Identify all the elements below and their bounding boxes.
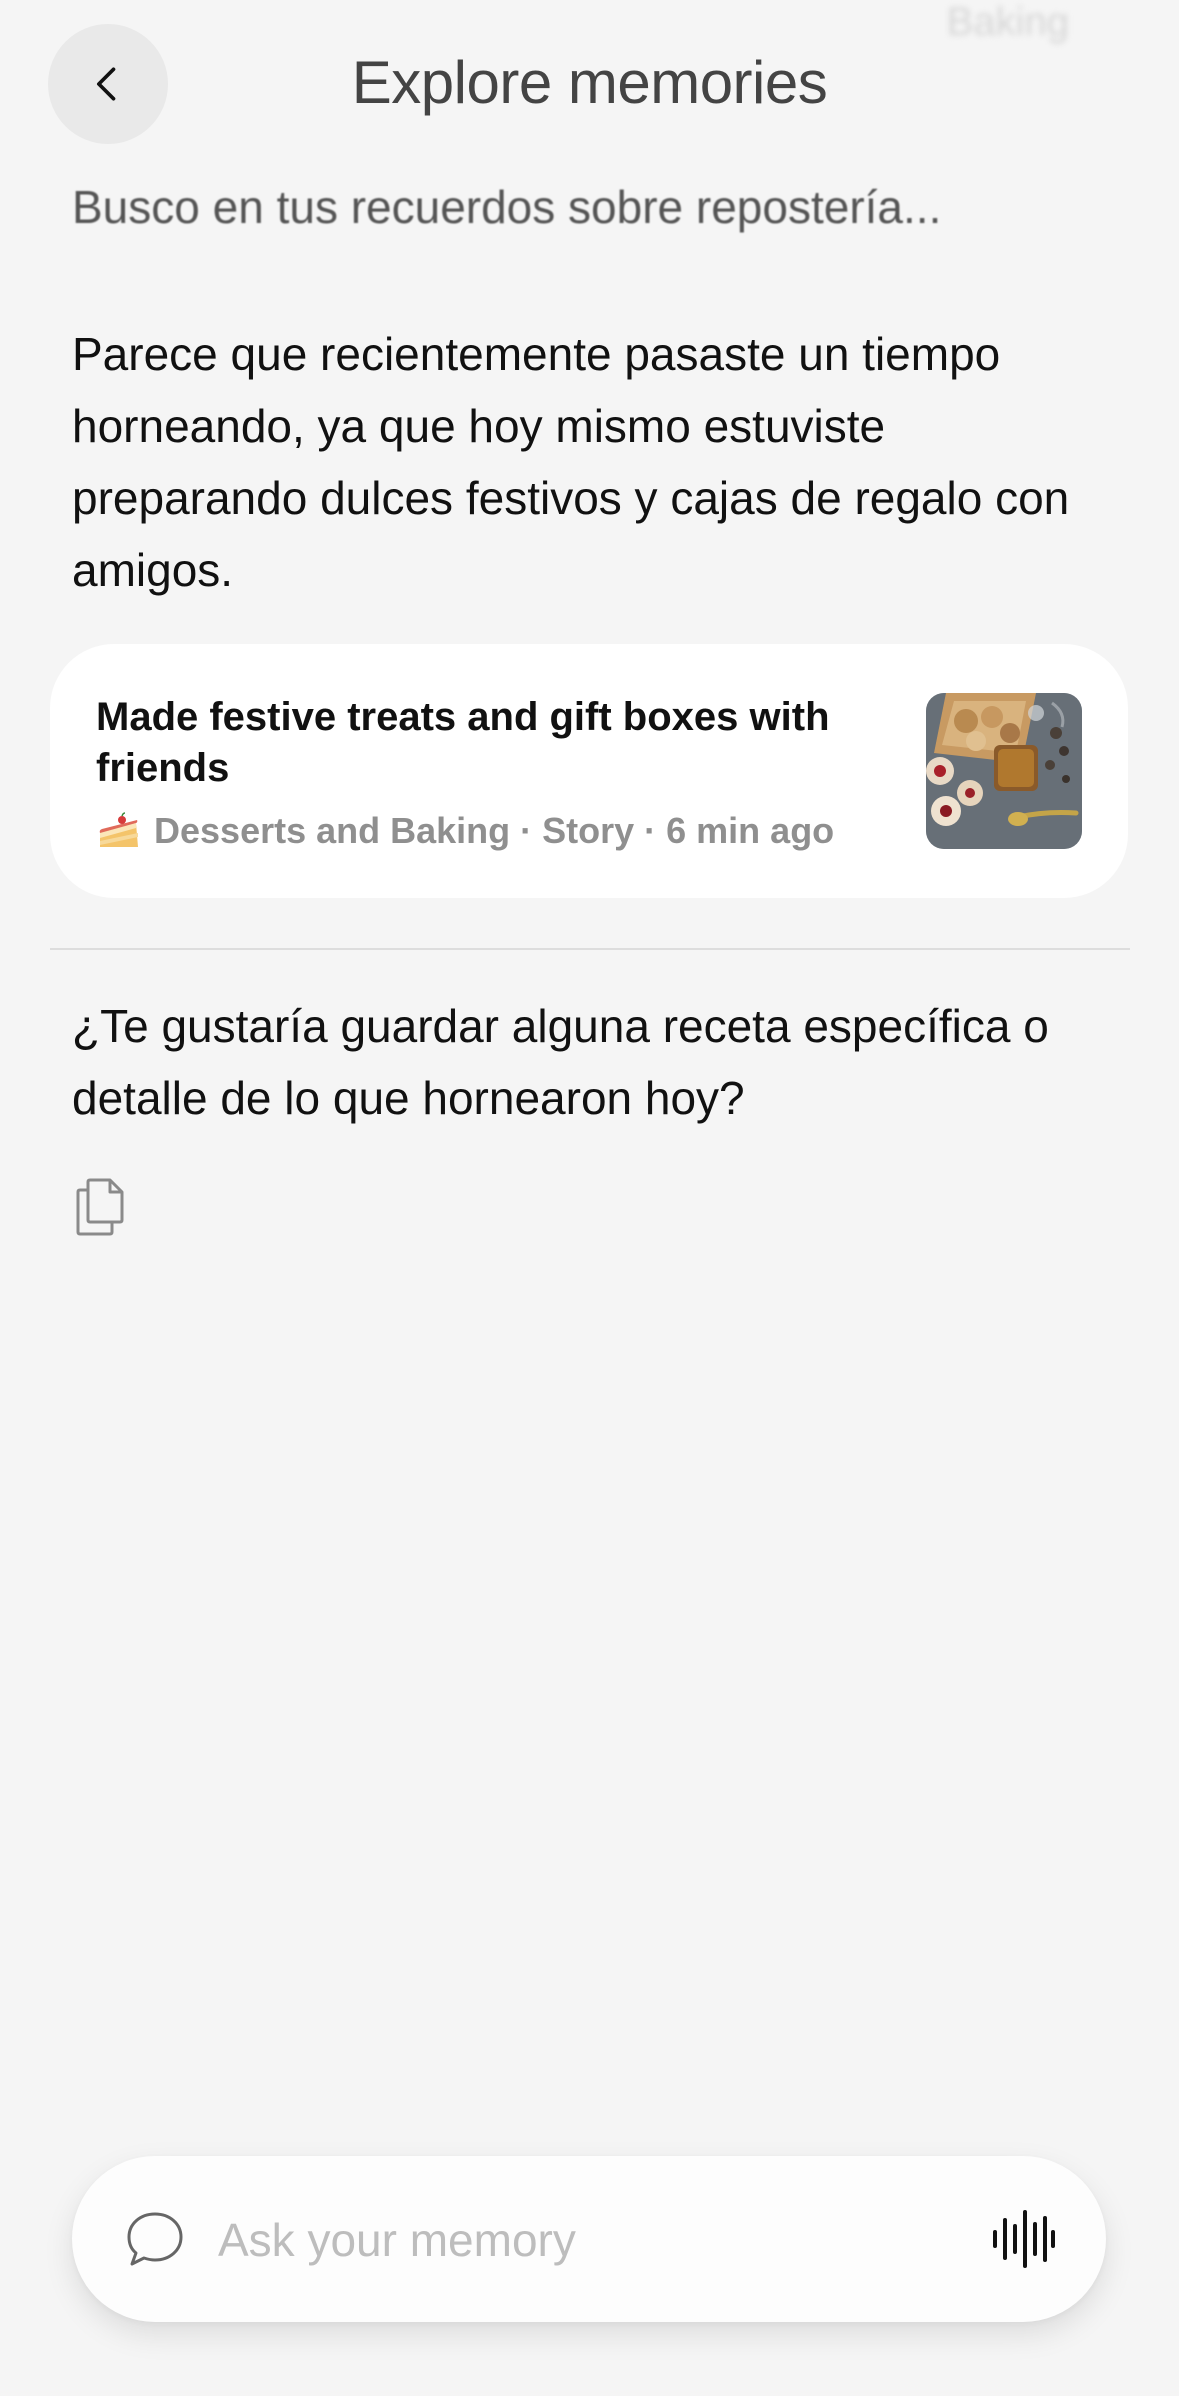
page-title: Explore memories	[351, 49, 828, 116]
cake-icon	[99, 812, 138, 847]
ask-memory-bar	[72, 2156, 1106, 2322]
assistant-followup: ¿Te gustaría guardar alguna receta espec…	[72, 1000, 1049, 1124]
memory-card-meta-text: Desserts and Baking · Story · 6 min ago	[154, 810, 835, 851]
assistant-answer: Parece que recientemente pasaste un tiem…	[72, 328, 1070, 596]
memory-card-title: Made festive treats and gift boxes with …	[96, 695, 830, 790]
divider	[50, 948, 1130, 950]
faded-chip-label: Baking	[946, 0, 1069, 44]
header: Baking Explore memories	[0, 0, 1179, 170]
memory-card-thumbnail	[926, 693, 1082, 849]
ask-memory-input[interactable]	[216, 2196, 920, 2284]
waveform-icon[interactable]	[990, 2206, 1056, 2272]
memory-card-meta: Desserts and Baking · Story · 6 min ago	[96, 810, 834, 852]
copy-icon	[76, 1178, 124, 1236]
thinking-status: Busco en tus recuerdos sobre repostería.…	[72, 181, 942, 233]
memory-card[interactable]: Made festive treats and gift boxes with …	[50, 644, 1128, 898]
chat-bubble-icon	[127, 2212, 183, 2266]
copy-button[interactable]	[72, 1174, 132, 1238]
